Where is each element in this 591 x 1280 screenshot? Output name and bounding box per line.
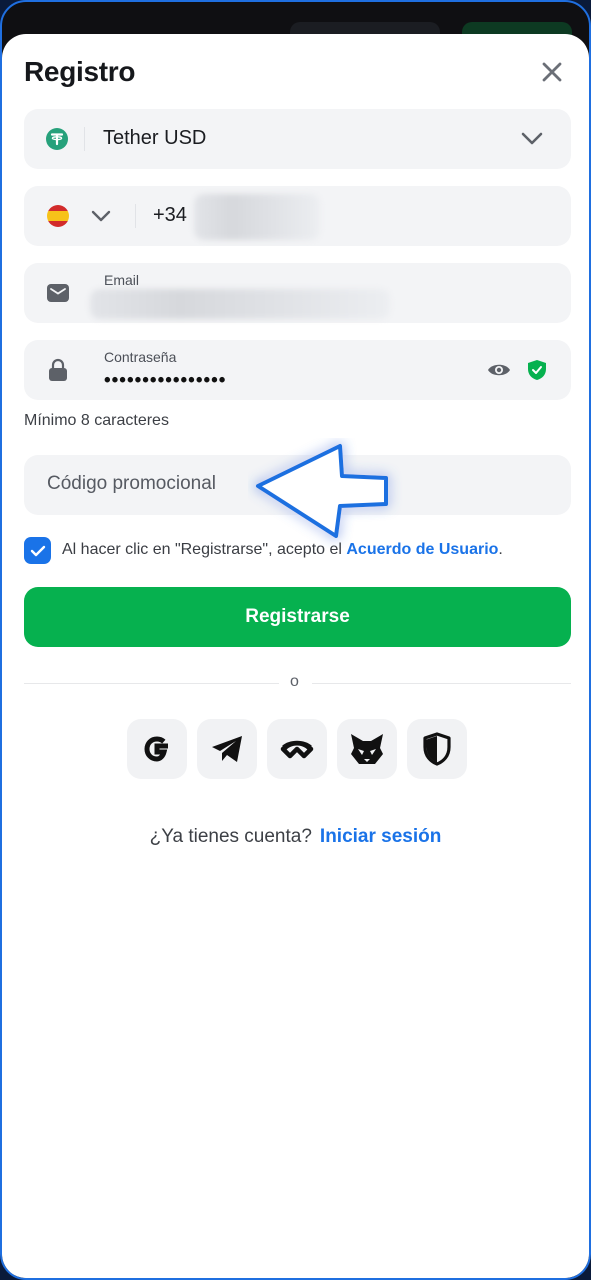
email-label: Email bbox=[104, 272, 140, 288]
email-field[interactable]: Email bbox=[24, 263, 571, 323]
password-value: •••••••••••••••• bbox=[104, 370, 227, 391]
terms-label: Al hacer clic en "Registrarse", acepto e… bbox=[62, 541, 347, 558]
signin-link[interactable]: Iniciar sesión bbox=[320, 826, 441, 847]
divider-text: o bbox=[290, 673, 299, 690]
promo-code-placeholder: Código promocional bbox=[47, 473, 216, 494]
register-button[interactable]: Registrarse bbox=[24, 587, 571, 647]
separator bbox=[84, 127, 85, 151]
currency-name: Tether USD bbox=[103, 127, 207, 149]
shield-login-button[interactable] bbox=[407, 719, 467, 779]
registration-sheet: Registro Tether USD +34 Email Contraseña… bbox=[2, 34, 589, 1278]
password-label: Contraseña bbox=[104, 349, 177, 365]
redacted-email bbox=[90, 289, 390, 319]
divider-right bbox=[312, 683, 571, 684]
metamask-login-button[interactable] bbox=[337, 719, 397, 779]
telegram-login-button[interactable] bbox=[197, 719, 257, 779]
walletconnect-login-button[interactable] bbox=[267, 719, 327, 779]
redacted-phone-number bbox=[194, 194, 320, 240]
divider-left bbox=[24, 683, 279, 684]
user-agreement-link[interactable]: Acuerdo de Usuario bbox=[346, 541, 498, 558]
signin-row: ¿Ya tienes cuenta? Iniciar sesión bbox=[2, 826, 589, 848]
spain-flag-icon bbox=[47, 205, 69, 227]
metamask-icon bbox=[351, 734, 383, 764]
phone-prefix: +34 bbox=[153, 204, 187, 226]
password-field[interactable]: Contraseña •••••••••••••••• bbox=[24, 340, 571, 400]
chevron-down-icon bbox=[520, 127, 544, 151]
separator bbox=[135, 204, 136, 228]
google-icon bbox=[144, 736, 168, 762]
device-frame: Registro Tether USD +34 Email Contraseña… bbox=[0, 0, 591, 1280]
google-login-button[interactable] bbox=[127, 719, 187, 779]
phone-field[interactable]: +34 bbox=[24, 186, 571, 246]
tether-icon bbox=[46, 128, 68, 150]
shield-check-icon bbox=[526, 357, 548, 383]
promo-code-input[interactable]: Código promocional bbox=[24, 455, 571, 515]
country-chevron-down-icon[interactable] bbox=[90, 205, 112, 227]
close-icon[interactable] bbox=[538, 58, 566, 86]
eye-icon[interactable] bbox=[486, 359, 512, 381]
password-hint: Mínimo 8 caracteres bbox=[24, 412, 169, 429]
terms-checkbox[interactable] bbox=[24, 537, 51, 564]
terms-suffix: . bbox=[498, 541, 503, 558]
mail-icon bbox=[46, 282, 70, 304]
telegram-icon bbox=[212, 736, 242, 762]
shield-icon bbox=[423, 732, 451, 766]
currency-select[interactable]: Tether USD bbox=[24, 109, 571, 169]
lock-icon bbox=[47, 357, 69, 383]
terms-text: Al hacer clic en "Registrarse", acepto e… bbox=[62, 541, 503, 559]
walletconnect-icon bbox=[280, 740, 314, 759]
signin-question: ¿Ya tienes cuenta? bbox=[149, 826, 312, 847]
page-title: Registro bbox=[24, 56, 136, 87]
